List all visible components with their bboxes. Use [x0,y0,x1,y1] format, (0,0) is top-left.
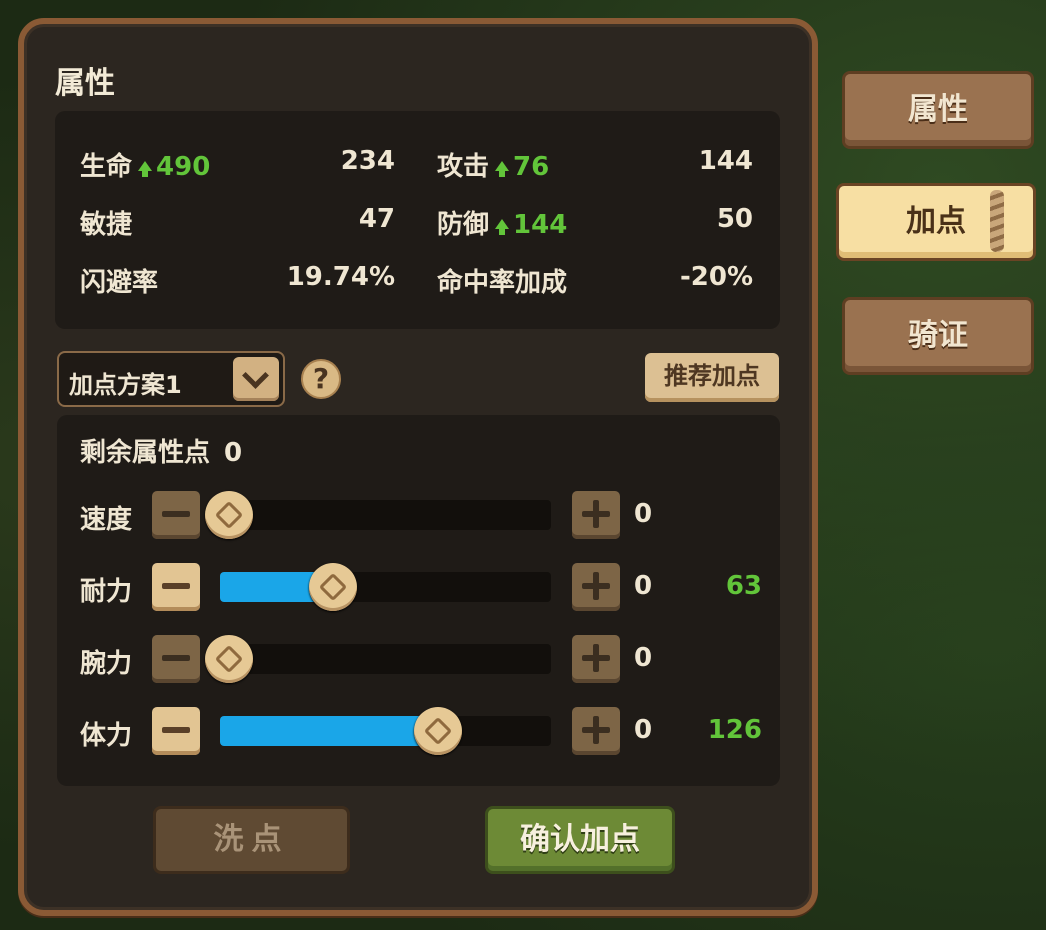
speed-plus-button[interactable] [572,491,620,539]
endurance-slider[interactable] [220,572,551,602]
vitality-slider[interactable] [220,716,551,746]
speed-allocated: 0 [634,499,653,529]
vitality-minus-button[interactable] [152,707,200,755]
attr-label-speed: 速度 [80,505,133,535]
attr-label-vitality: 体力 [80,721,133,751]
stat-value: 234 [340,146,395,176]
strength-slider[interactable] [220,644,551,674]
stat-bonus: 144 [513,210,568,240]
reset-points-button[interactable]: 洗点 [153,806,350,874]
vitality-bonus: 126 [707,715,762,745]
stat-label: 生命 [80,152,133,182]
stat-hit-bonus: 命中率加成 [437,262,567,299]
tab-mount-license[interactable]: 骑证 [842,297,1034,375]
minus-icon [162,511,190,517]
remaining-value: 0 [224,438,243,468]
vitality-allocated: 0 [634,715,653,745]
strength-minus-button[interactable] [152,635,200,683]
up-arrow-icon [495,160,510,177]
speed-slider[interactable] [220,500,551,530]
stat-label: 敏捷 [80,210,133,240]
stat-value: 19.74% [286,262,395,292]
stat-value: -20% [679,262,753,292]
strength-slider-handle[interactable] [205,635,253,683]
minus-icon [162,655,190,661]
rope-decoration [990,190,1004,252]
minus-icon [162,583,190,589]
endurance-minus-button[interactable] [152,563,200,611]
dropdown-button[interactable] [233,357,279,401]
slider-fill [220,716,439,746]
stat-dodge: 闪避率 [80,262,158,299]
tab-allocate[interactable]: 加点 [836,183,1036,261]
up-arrow-icon [495,218,510,235]
stat-label: 防御 [437,210,490,240]
stat-bonus: 490 [156,152,211,182]
stat-value: 47 [358,204,395,234]
stat-value: 50 [716,204,753,234]
chevron-down-icon [242,362,269,389]
confirm-points-button[interactable]: 确认加点 [485,806,675,874]
remaining-label: 剩余属性点 [80,438,211,468]
recommend-button[interactable]: 推荐加点 [645,353,779,402]
endurance-allocated: 0 [634,571,653,601]
endurance-slider-handle[interactable] [308,563,357,611]
stat-defense: 防御 144 [437,204,567,241]
stat-agility: 敏捷 [80,204,132,241]
stat-hp: 生命 490 [80,146,210,183]
help-icon[interactable]: ? [301,359,341,399]
remaining-points: 剩余属性点 0 [80,432,242,469]
attr-label-strength: 腕力 [80,649,133,679]
speed-minus-button[interactable] [152,491,200,539]
scheme-label: 加点方案1 [69,371,182,399]
strength-allocated: 0 [634,643,653,673]
scheme-dropdown[interactable]: 加点方案1 [57,351,285,407]
stat-value: 144 [698,146,753,176]
tab-attributes[interactable]: 属性 [842,71,1034,149]
stat-label: 命中率加成 [437,268,568,298]
endurance-plus-button[interactable] [572,563,620,611]
stat-attack: 攻击 76 [437,146,549,183]
stat-bonus: 76 [513,152,550,182]
attr-label-endurance: 耐力 [80,577,133,607]
vitality-plus-button[interactable] [572,707,620,755]
minus-icon [162,727,190,733]
stamina-bonus: 63 [725,571,762,601]
panel-title: 属性 [55,66,115,101]
strength-plus-button[interactable] [572,635,620,683]
up-arrow-icon [138,160,153,177]
speed-slider-handle[interactable] [205,491,253,539]
stat-label: 攻击 [437,152,490,182]
stat-label: 闪避率 [80,268,159,298]
